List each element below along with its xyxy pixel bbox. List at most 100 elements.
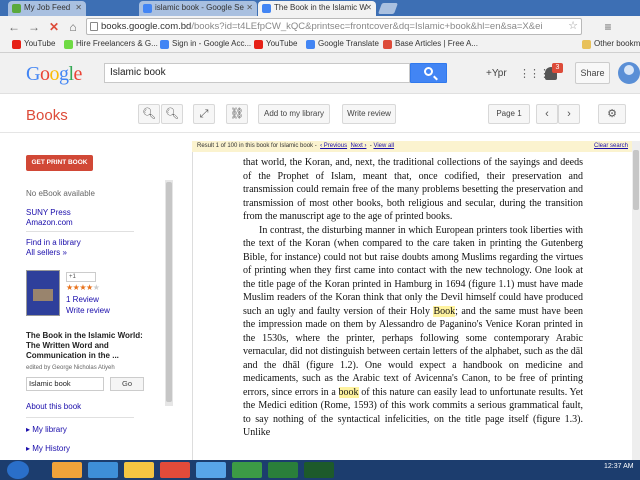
plus-one-button[interactable]: +1 <box>66 272 96 282</box>
system-clock[interactable]: 12:37 AM <box>604 463 634 471</box>
bookmark-label: Google Translate <box>318 39 379 48</box>
book-title: The Book in the Islamic World: The Writt… <box>26 331 143 360</box>
logo-letter: G <box>26 63 40 85</box>
write-review-link[interactable]: Write review <box>66 306 110 315</box>
new-tab-button[interactable] <box>377 3 399 14</box>
reviews-link[interactable]: 1 Review <box>66 295 99 304</box>
close-icon[interactable]: ✕ <box>365 3 372 12</box>
view-all-link[interactable]: View all <box>373 143 394 149</box>
go-button[interactable]: Go <box>110 377 144 391</box>
close-icon[interactable]: ✕ <box>246 3 253 12</box>
taskbar-app-icon[interactable] <box>88 462 118 478</box>
search-input[interactable]: Islamic book <box>104 63 410 83</box>
write-review-button[interactable]: Write review <box>342 104 396 124</box>
tab-title: The Book in the Islamic W <box>274 3 367 12</box>
my-library-link[interactable]: ▸ My library <box>26 425 67 434</box>
start-button-icon[interactable] <box>7 461 29 479</box>
home-icon[interactable]: ⌂ <box>65 19 81 35</box>
page-text: that world, the Koran, and, next, the tr… <box>243 156 583 440</box>
taskbar-app-icon[interactable] <box>52 462 82 478</box>
rating-stars: ★★★★★ <box>66 283 100 292</box>
settings-gear-icon[interactable]: ⚙ <box>598 104 626 124</box>
next-page-icon[interactable]: › <box>558 104 580 124</box>
other-bookmarks-folder[interactable]: Other bookmarks <box>582 39 640 49</box>
book-page-viewer[interactable]: that world, the Koran, and, next, the tr… <box>192 152 632 460</box>
google-logo[interactable]: Google <box>26 63 82 86</box>
google-icon <box>160 40 169 49</box>
page-select[interactable]: Page 1 <box>488 104 530 124</box>
all-sellers-link[interactable]: All sellers » <box>26 248 67 257</box>
page-icon <box>90 22 98 31</box>
seller-link[interactable]: Amazon.com <box>26 218 73 227</box>
upwork-icon <box>64 40 73 49</box>
logo-letter: e <box>73 63 83 85</box>
viewer-scroll-thumb[interactable] <box>633 150 639 210</box>
menu-icon[interactable]: ≡ <box>600 19 616 35</box>
search-highlight: Book <box>433 305 456 317</box>
find-in-library-link[interactable]: Find in a library <box>26 238 81 247</box>
taskbar-app-icon[interactable] <box>124 462 154 478</box>
rating-empty: ★ <box>92 283 100 292</box>
google-plus-link[interactable]: +Ypr <box>486 68 507 79</box>
translate-icon <box>306 40 315 49</box>
taskbar-app-icon[interactable] <box>304 462 334 478</box>
search-button[interactable] <box>410 63 447 83</box>
zoom-out-icon[interactable]: 🔍︎ <box>138 104 160 124</box>
sidebar-scroll-thumb[interactable] <box>166 182 172 402</box>
youtube-icon <box>254 40 263 49</box>
no-ebook-label: No eBook available <box>26 189 95 198</box>
bookmark-star-icon[interactable]: ☆ <box>568 19 578 34</box>
add-to-library-button[interactable]: Add to my library <box>258 104 330 124</box>
close-icon[interactable]: ✕ <box>75 3 82 12</box>
url-path: /books?id=t4LEfpCW_kQC&printsec=frontcov… <box>191 21 543 32</box>
fullscreen-icon[interactable]: ⤢ <box>193 104 215 124</box>
bookmarks-bar: YouTube Hire Freelancers & G... Sign in … <box>0 37 640 53</box>
clear-search-link[interactable]: Clear search <box>594 141 628 152</box>
taskbar-app-icon[interactable] <box>196 462 226 478</box>
divider <box>26 231 134 232</box>
youtube-icon <box>12 40 21 49</box>
search-in-book-input[interactable]: Islamic book <box>26 377 104 391</box>
taskbar-app-icon[interactable] <box>232 462 262 478</box>
bookmark-item[interactable]: Google Translate <box>306 39 379 49</box>
page-title[interactable]: Books <box>26 107 68 124</box>
my-history-link[interactable]: ▸ My History <box>26 444 70 453</box>
previous-result-link[interactable]: ‹ Previous <box>320 143 347 149</box>
previous-page-icon[interactable]: ‹ <box>536 104 558 124</box>
rating-filled: ★★★★ <box>66 283 93 292</box>
taskbar-app-icon[interactable] <box>268 462 298 478</box>
divider <box>26 417 134 418</box>
about-this-book-link[interactable]: About this book <box>26 402 81 411</box>
bookmark-label: Hire Freelancers & G... <box>76 39 158 48</box>
folder-icon <box>582 40 591 49</box>
bookmark-item[interactable]: Hire Freelancers & G... <box>64 39 158 49</box>
url-host: books.google.com.bd <box>101 21 192 32</box>
browser-tab[interactable]: islamic book - Google Se ✕ <box>139 1 257 16</box>
browser-tab[interactable]: My Job Feed ✕ <box>8 1 86 16</box>
seller-link[interactable]: SUNY Press <box>26 208 71 217</box>
get-print-book-button[interactable]: GET PRINT BOOK <box>26 155 93 171</box>
zoom-in-icon[interactable]: 🔍︎ <box>161 104 183 124</box>
bookmark-item[interactable]: Sign in - Google Acc... <box>160 39 252 49</box>
bookmark-item[interactable]: YouTube <box>254 39 297 49</box>
taskbar-app-icon[interactable] <box>160 462 190 478</box>
link-icon[interactable]: ⛓ <box>226 104 248 124</box>
bookmark-label: YouTube <box>24 39 56 48</box>
next-result-link[interactable]: Next › <box>350 143 366 149</box>
paragraph: In contrast, the disturbing manner in wh… <box>243 224 583 440</box>
bookmark-label: Base Articles | Free A... <box>395 39 478 48</box>
browser-tab-active[interactable]: The Book in the Islamic W ✕ <box>258 1 376 16</box>
stop-icon[interactable]: ✕ <box>46 19 62 35</box>
back-arrow-icon[interactable]: ← <box>6 19 22 35</box>
tab-favicon-icon <box>12 4 21 13</box>
bookmark-item[interactable]: Base Articles | Free A... <box>383 39 478 49</box>
forward-arrow-icon[interactable]: → <box>26 19 42 35</box>
bookmark-item[interactable]: YouTube <box>12 39 56 49</box>
windows-taskbar: 12:37 AM <box>0 460 640 480</box>
address-bar[interactable]: books.google.com.bd/books?id=t4LEfpCW_kQ… <box>86 18 582 35</box>
avatar[interactable] <box>618 62 640 84</box>
paragraph: that world, the Koran, and, next, the tr… <box>243 157 583 222</box>
share-button[interactable]: Share <box>575 62 610 84</box>
bookmark-label: Sign in - Google Acc... <box>172 39 252 48</box>
book-cover-image[interactable] <box>26 270 60 316</box>
